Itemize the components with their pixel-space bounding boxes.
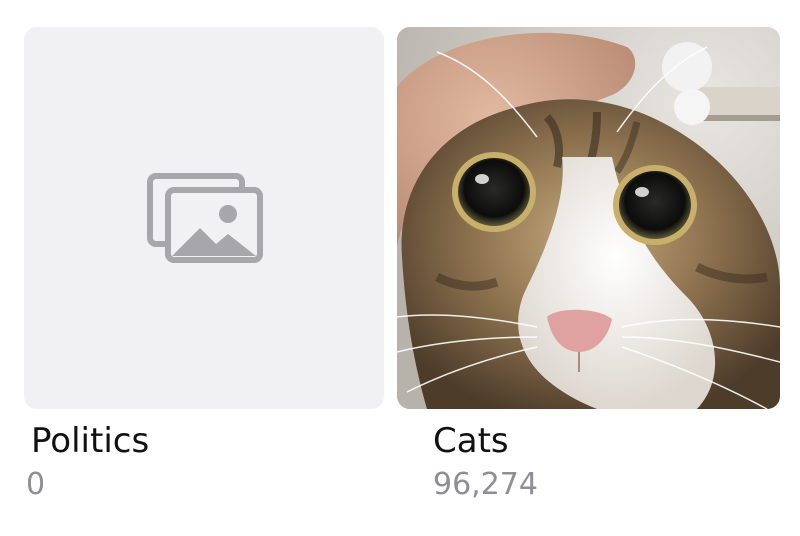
album-item-count: 96,274 [433, 467, 538, 502]
album-tile-cats[interactable]: Cats 96,274 [397, 27, 780, 503]
cat-photo-image [397, 27, 780, 409]
album-title: Politics [31, 421, 150, 461]
album-item-count: 0 [26, 467, 46, 502]
album-grid: Politics 0 Cats 96,274 [0, 0, 800, 536]
album-thumbnail-cat-photo[interactable] [397, 27, 780, 409]
album-thumbnail-empty[interactable] [24, 27, 384, 409]
album-title: Cats [433, 421, 509, 461]
photos-placeholder-icon [147, 173, 263, 263]
album-tile-politics[interactable]: Politics 0 [24, 27, 384, 503]
